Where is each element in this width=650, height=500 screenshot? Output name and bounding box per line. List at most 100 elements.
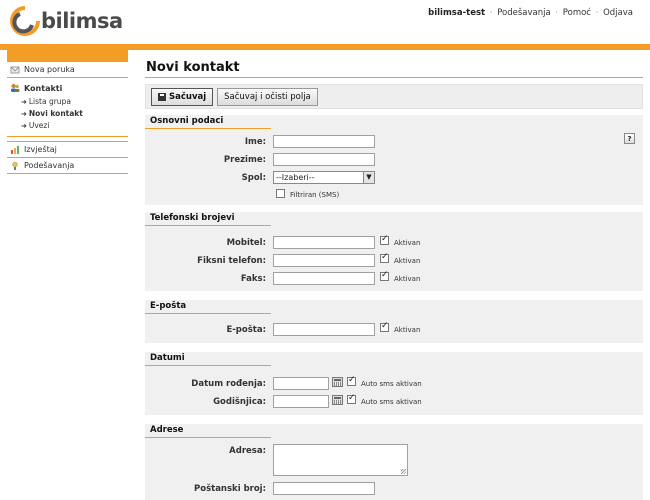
sidebar-item-label: Nova poruka (24, 65, 75, 74)
address-textarea[interactable] (273, 444, 408, 476)
sidebar-item-report[interactable]: Izvještaj (7, 142, 128, 158)
last-name-row: Prezime: (145, 151, 643, 169)
nav-separator: · (595, 8, 599, 18)
nav-separator: · (555, 8, 559, 18)
birthday-input[interactable] (273, 377, 329, 390)
anniversary-auto-sms-checkbox[interactable] (347, 393, 356, 404)
mobile-label: Mobitel: (226, 238, 266, 248)
first-name-label: Ime: (244, 137, 266, 147)
new-message-icon (10, 66, 20, 73)
birthday-auto-sms-checkbox[interactable] (347, 375, 356, 386)
mobile-active-checkbox[interactable] (380, 234, 389, 245)
help-link[interactable]: Pomoć (563, 8, 591, 18)
report-icon (11, 145, 19, 154)
mobile-active-label: Aktivan (394, 239, 421, 247)
phone-numbers-section: Telefonski brojevi Mobitel: Aktivan Fiks… (145, 212, 643, 291)
submenu-item-import[interactable]: ➜ Uvezi (7, 120, 128, 132)
fax-label: Faks: (240, 274, 266, 284)
username-link[interactable]: bilimsa-test (428, 8, 485, 18)
landline-active-checkbox[interactable] (380, 252, 389, 263)
save-button-label: Sačuvaj (169, 92, 207, 102)
postal-code-input[interactable] (273, 482, 375, 495)
main-content: Novi kontakt Sačuvaj Sačuvaj i očisti po… (145, 60, 643, 500)
gender-select[interactable]: --Izaberi-- ▼ (273, 171, 375, 184)
birthday-row: Datum rođenja: Auto sms aktivan (145, 375, 643, 393)
calendar-icon[interactable] (332, 395, 343, 405)
addresses-section: Adrese Adresa: Poštanski broj: (145, 424, 643, 500)
logo-text: bilimsa (41, 9, 123, 33)
toolbar: Sačuvaj Sačuvaj i očisti polja (145, 84, 643, 109)
gender-label: Spol: (241, 173, 266, 183)
logout-link[interactable]: Odjava (603, 8, 633, 18)
gender-row: Spol: --Izaberi-- ▼ (145, 169, 643, 187)
first-name-row: Ime: (145, 133, 643, 151)
section-title: Telefonski brojevi (145, 212, 271, 226)
floppy-disk-icon (158, 93, 166, 101)
save-and-clear-button[interactable]: Sačuvaj i očisti polja (217, 88, 318, 106)
filtered-row: Filtriran (SMS) (145, 187, 643, 203)
submenu-item-new-contact[interactable]: ➜ Novi kontakt (7, 108, 128, 120)
anniversary-row: Godišnjica: Auto sms aktivan (145, 393, 643, 411)
anniversary-auto-sms-label: Auto sms aktivan (361, 398, 422, 406)
filtered-label: Filtriran (SMS) (290, 191, 340, 199)
address-row: Adresa: (145, 440, 643, 480)
dates-section: Datumi Datum rođenja: Auto sms aktivan G… (145, 352, 643, 415)
sidebar-item-label: Kontakti (24, 83, 63, 93)
email-input[interactable] (273, 323, 375, 336)
fax-active-checkbox[interactable] (380, 270, 389, 281)
sidebar-item-contacts[interactable]: Kontakti (7, 80, 128, 96)
section-title: E-pošta (145, 300, 271, 314)
submenu-label: Lista grupa (28, 97, 71, 106)
logo[interactable]: bilimsa (10, 6, 123, 36)
last-name-input[interactable] (273, 153, 375, 166)
landline-row: Fiksni telefon: Aktivan (145, 252, 643, 270)
sidebar-item-new-message[interactable]: Nova poruka (7, 62, 128, 78)
calendar-icon[interactable] (332, 377, 343, 387)
contacts-icon (11, 84, 20, 92)
mobile-input[interactable] (273, 236, 375, 249)
email-label: E-pošta: (226, 325, 266, 335)
fax-input[interactable] (273, 272, 375, 285)
birthday-auto-sms-label: Auto sms aktivan (361, 380, 422, 388)
fax-active-label: Aktivan (394, 275, 421, 283)
basic-info-section: Osnovni podaci ? Ime: Prezime: Spol: --I… (145, 115, 643, 205)
submenu-item-group-list[interactable]: ➜ Lista grupa (7, 96, 128, 108)
settings-link[interactable]: Podešavanja (497, 8, 550, 18)
landline-active-label: Aktivan (394, 257, 421, 265)
page-title: Novi kontakt (145, 60, 643, 78)
contacts-submenu: ➜ Lista grupa ➜ Novi kontakt ➜ Uvezi (7, 96, 128, 137)
address-label: Adresa: (229, 446, 266, 456)
postal-code-label: Poštanski broj: (194, 484, 266, 494)
filtered-checkbox[interactable] (276, 189, 285, 198)
submenu-label: Uvezi (28, 121, 50, 130)
save-button[interactable]: Sačuvaj (151, 88, 214, 106)
arrow-right-icon: ➜ (21, 110, 27, 118)
last-name-label: Prezime: (223, 155, 266, 165)
mobile-row: Mobitel: Aktivan (145, 234, 643, 252)
first-name-input[interactable] (273, 135, 375, 148)
landline-label: Fiksni telefon: (197, 256, 266, 266)
settings-icon (12, 161, 18, 170)
arrow-right-icon: ➜ (21, 122, 27, 130)
email-row: E-pošta: Aktivan (145, 321, 643, 339)
gender-select-value: --Izaberi-- (276, 173, 315, 182)
anniversary-input[interactable] (273, 395, 329, 408)
submenu-label: Novi kontakt (28, 109, 83, 118)
sidebar: Nova poruka Kontakti ➜ Lista grupa ➜ Novi … (7, 50, 128, 174)
section-title: Adrese (145, 424, 271, 438)
email-active-checkbox[interactable] (380, 321, 389, 332)
top-navigation: bilimsa-test · Podešavanja · Pomoć · Odj… (428, 8, 633, 18)
landline-input[interactable] (273, 254, 375, 267)
sidebar-item-label: Izvještaj (24, 145, 57, 154)
sidebar-item-settings[interactable]: Podešavanja (7, 158, 128, 174)
logo-mark-icon (10, 6, 40, 36)
anniversary-label: Godišnjica: (213, 397, 266, 407)
sidebar-item-label: Podešavanja (24, 161, 75, 170)
sidebar-top-bar (7, 50, 128, 62)
nav-separator: · (489, 8, 493, 18)
postal-code-row: Poštanski broj: (145, 480, 643, 498)
email-section: E-pošta E-pošta: Aktivan (145, 300, 643, 343)
email-active-label: Aktivan (394, 326, 421, 334)
header: bilimsa bilimsa-test · Podešavanja · Pom… (0, 0, 650, 44)
dropdown-arrow-icon: ▼ (363, 172, 374, 183)
